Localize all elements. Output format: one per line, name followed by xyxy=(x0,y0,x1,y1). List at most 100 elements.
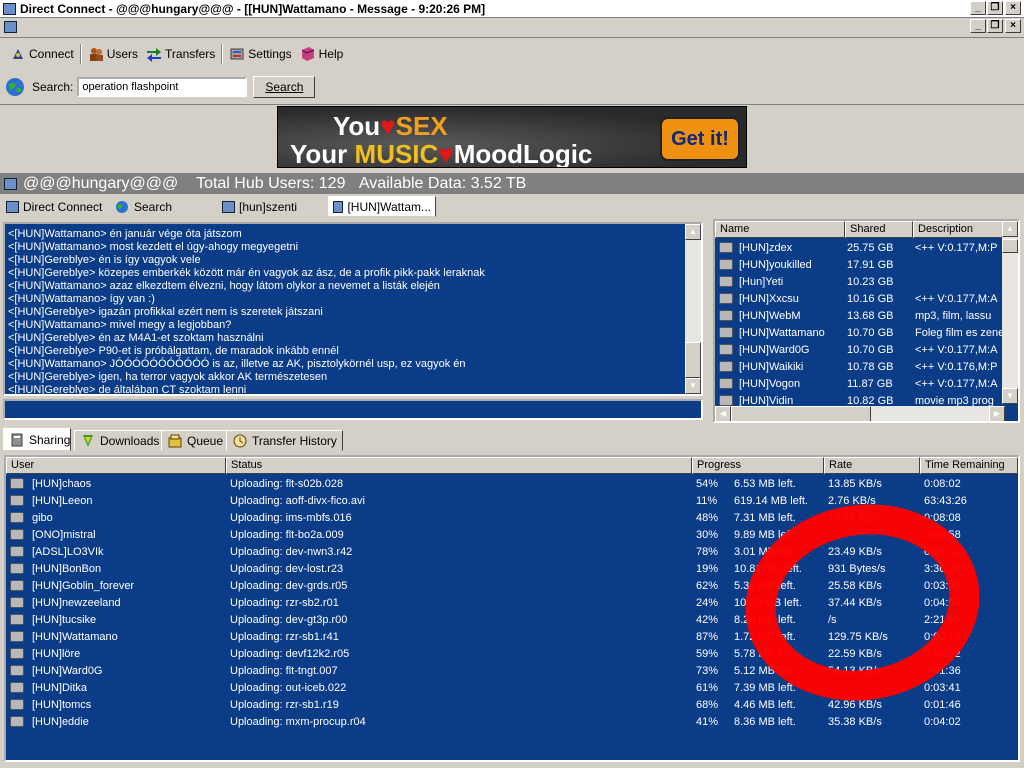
transfer-time: 0:02:11 xyxy=(924,545,960,558)
transfer-row[interactable]: [HUN]Ward0G Uploading: flt-tngt.007 73% 5.1… xyxy=(6,662,1016,679)
search-input[interactable] xyxy=(77,77,248,97)
scroll-right-arrow-icon[interactable]: ▶ xyxy=(989,406,1005,421)
transfer-rate: 15.31 KB/s xyxy=(828,511,882,524)
tab-search[interactable]: Search xyxy=(110,196,176,217)
transfer-row[interactable]: [HUN]tomcs Uploading: rzr-sb1.r19 68% 4.46 … xyxy=(6,696,1016,713)
user-list-hscrollbar[interactable]: ◀ ▶ xyxy=(715,406,1005,421)
transfers-label: Transfers xyxy=(165,47,216,61)
transfer-user: [HUN]Ditka xyxy=(32,681,88,694)
scroll-up-arrow-icon[interactable]: ▲ xyxy=(685,224,701,240)
transfer-row[interactable]: [HUN]chaos Uploading: flt-s02b.028 54% 6.53… xyxy=(6,475,1016,492)
banner-line-2: Your MUSIC♥MoodLogic xyxy=(290,139,592,168)
transfer-time: 0:04:02 xyxy=(924,715,961,728)
search-button[interactable]: Search xyxy=(253,76,316,98)
tab-sharing[interactable]: Sharing xyxy=(3,428,71,451)
user-row[interactable]: [HUN]Waikiki 10.78 GB <++ V:0.176,M:P xyxy=(715,358,1005,375)
column-rate[interactable]: Rate xyxy=(824,457,920,474)
transfer-pct: 30% xyxy=(696,528,719,541)
user-row[interactable]: [HUN]Vogon 11.87 GB <++ V:0.177,M:A xyxy=(715,375,1005,392)
user-icon xyxy=(10,716,24,727)
transfer-pct: 19% xyxy=(696,562,719,575)
transfer-list[interactable]: User Status Progress Rate Time Remaining… xyxy=(4,455,1020,762)
transfer-row[interactable]: [HUN]Wattamano Uploading: rzr-sb1.r41 87% 1… xyxy=(6,628,1016,645)
transfer-row[interactable]: [HUN]Leeon Uploading: aoff-divx-fico.avi 1… xyxy=(6,492,1016,509)
transfer-row[interactable]: [HUN]Goblin_forever Uploading: dev-grds.r… xyxy=(6,577,1016,594)
user-row[interactable]: [HUN]zdex 25.75 GB <++ V:0.177,M:P xyxy=(715,239,1005,256)
user-row[interactable]: [HUN]WebM 13.68 GB mp3, film, lassu xyxy=(715,307,1005,324)
banner-text-music: MUSIC xyxy=(354,139,439,168)
close-button[interactable]: × xyxy=(1005,1,1021,15)
tab-transfer-history[interactable]: Transfer History xyxy=(226,430,343,451)
maximize-button[interactable]: ❐ xyxy=(987,1,1003,15)
scroll-up-arrow-icon[interactable]: ▲ xyxy=(1002,221,1018,237)
transfer-row[interactable]: gibo Uploading: ims-mbfs.016 48% 7.31 MB le… xyxy=(6,509,1016,526)
transfer-pct: 87% xyxy=(696,630,719,643)
user-icon xyxy=(719,276,733,287)
ad-banner[interactable]: You♥SEX Your MUSIC♥MoodLogic Get it! xyxy=(277,106,747,168)
chat-window[interactable]: <[HUN]Wattamano> én január vége óta játs… xyxy=(3,222,703,396)
user-row[interactable]: [HUN]Ward0G 10.70 GB <++ V:0.177,M:A xyxy=(715,341,1005,358)
user-row[interactable]: [HUN]Xxcsu 10.16 GB <++ V:0.177,M:A xyxy=(715,290,1005,307)
scroll-thumb[interactable] xyxy=(731,406,871,421)
column-description[interactable]: Description xyxy=(913,221,1005,238)
user-icon xyxy=(719,259,733,270)
chat-scrollbar[interactable]: ▲ ▼ xyxy=(685,224,701,394)
users-button[interactable]: Users xyxy=(84,43,142,65)
transfers-button[interactable]: Transfers xyxy=(142,43,219,65)
user-desc: <++ V:0.177,M:A xyxy=(915,343,998,356)
transfer-row[interactable]: [HUN]Ditka Uploading: out-iceb.022 61% 7.39… xyxy=(6,679,1016,696)
scroll-thumb[interactable] xyxy=(685,342,701,378)
connect-button[interactable]: Connect xyxy=(6,43,78,65)
transfer-user: [HUN]eddie xyxy=(32,715,89,728)
user-row[interactable]: [HUN]youkilled 17.91 GB xyxy=(715,256,1005,273)
user-list[interactable]: Name Shared Description [HUN]zdex 25.75 G… xyxy=(713,219,1020,423)
transfer-row[interactable]: [HUN]newzeeland Uploading: rzr-sb2.r01 24%… xyxy=(6,594,1016,611)
user-list-scrollbar[interactable]: ▲ ▼ xyxy=(1002,221,1018,404)
tab-direct-connect[interactable]: Direct Connect xyxy=(2,196,106,217)
column-name[interactable]: Name xyxy=(715,221,845,238)
scroll-left-arrow-icon[interactable]: ◀ xyxy=(715,406,731,421)
transfer-row[interactable]: [HUN]BonBon Uploading: dev-lost.r23 19% 10.… xyxy=(6,560,1016,577)
column-user[interactable]: User xyxy=(6,457,226,474)
settings-button[interactable]: Settings xyxy=(225,43,295,65)
child-restore-button[interactable]: ❐ xyxy=(987,19,1003,33)
users-label: Users xyxy=(106,47,139,61)
column-progress[interactable]: Progress xyxy=(692,457,824,474)
scroll-thumb[interactable] xyxy=(1002,239,1018,253)
banner-get-it-button[interactable]: Get it! xyxy=(660,117,740,161)
scroll-down-arrow-icon[interactable]: ▼ xyxy=(685,378,701,394)
minimize-button[interactable]: _ xyxy=(970,1,986,15)
hub-total-users: Total Hub Users: 129 xyxy=(196,174,346,192)
chat-input[interactable] xyxy=(3,399,703,420)
user-name: [Hun]Yeti xyxy=(739,275,784,288)
transfer-rate: /s xyxy=(828,613,837,626)
transfer-row[interactable]: [ADSL]LO3VIk Uploading: dev-nwn3.r42 78% 3.… xyxy=(6,543,1016,560)
transfer-pct: 61% xyxy=(696,681,719,694)
scroll-down-arrow-icon[interactable]: ▼ xyxy=(1002,388,1018,404)
user-row[interactable]: [Hun]Yeti 10.23 GB xyxy=(715,273,1005,290)
mdi-child-icon[interactable] xyxy=(4,21,17,33)
transfer-status: Uploading: dev-gt3p.r00 xyxy=(230,613,348,626)
globe-search-icon xyxy=(6,78,24,96)
transfer-tabs: Sharing Downloads Queue Transfer History xyxy=(0,428,1024,452)
transfer-rate: 22.59 KB/s xyxy=(828,647,882,660)
transfer-time: 0:04:22 xyxy=(924,647,961,660)
help-button[interactable]: Help xyxy=(296,43,348,65)
tab-downloads[interactable]: Downloads xyxy=(74,430,166,451)
user-icon xyxy=(10,580,24,591)
tab-hun-wattamano[interactable]: [HUN]Wattam... xyxy=(328,196,436,217)
tab-queue[interactable]: Queue xyxy=(161,430,230,451)
user-row[interactable]: [HUN]Wattamano 10.70 GB Foleg film es zene xyxy=(715,324,1005,341)
transfer-row[interactable]: [HUN]eddie Uploading: mxm-procup.r04 41% 8.… xyxy=(6,713,1016,730)
column-shared[interactable]: Shared xyxy=(845,221,913,238)
tab-hun-szenti[interactable]: [hun]szenti xyxy=(218,196,301,217)
window-title: Direct Connect - @@@hungary@@@ - [[HUN]W… xyxy=(20,1,486,16)
column-time-remaining[interactable]: Time Remaining xyxy=(920,457,1018,474)
child-close-button[interactable]: × xyxy=(1005,19,1021,33)
transfer-row[interactable]: [HUN]löre Uploading: devf12k2.r05 59% 5.78 … xyxy=(6,645,1016,662)
column-status[interactable]: Status xyxy=(226,457,692,474)
transfer-row[interactable]: [ONO]mistral Uploading: flt-bo2a.009 30% 9.… xyxy=(6,526,1016,543)
transfer-row[interactable]: [HUN]tucsike Uploading: dev-gt3p.r00 42% 8.… xyxy=(6,611,1016,628)
user-icon xyxy=(10,546,24,557)
child-minimize-button[interactable]: _ xyxy=(970,19,986,33)
